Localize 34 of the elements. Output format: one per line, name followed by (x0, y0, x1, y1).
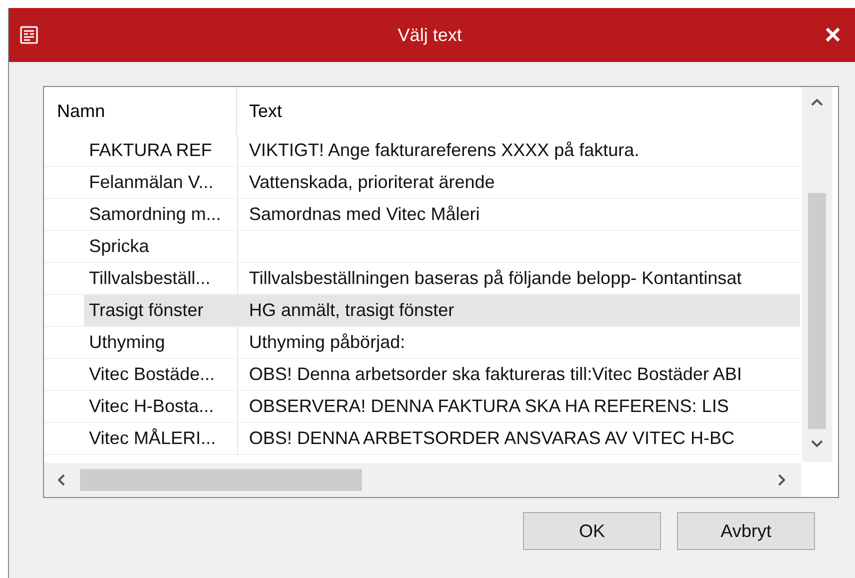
text-cell-text: Vattenskada, prioriterat ärende (249, 171, 495, 194)
text-cell-text: OBSERVERA! DENNA FAKTURA SKA HA REFERENS: LIS (249, 395, 729, 418)
text-cell-text: Uthyming påbörjad: (249, 331, 406, 354)
text-cell-text: Tillvalsbeställningen baseras på följande belopp- Kontantinsat (249, 267, 742, 290)
text-cell-text: VIKTIGT! Ange fakturareferens XXXX på faktura. (249, 139, 640, 162)
text-cell-text: OBS! Denna arbetsorder ska faktureras till:Vitec Bostäder ABI (249, 363, 742, 386)
name-cell-text: Samordning m... (88, 203, 222, 226)
scroll-up-icon[interactable] (810, 97, 824, 107)
text-cell-text: OBS! DENNA ARBETSORDER ANSVARAS AV VITEC H-BC (249, 427, 734, 450)
vertical-scrollbar[interactable] (802, 87, 832, 462)
name-cell-text: Spricka (88, 235, 150, 258)
text-cell-text: Samordnas med Vitec Måleri (249, 203, 480, 226)
scrollbar-thumb[interactable] (808, 193, 826, 429)
scrollbar-thumb[interactable] (80, 469, 362, 491)
name-cell-text: Uthyming (88, 331, 166, 354)
name-cell-text: Trasigt fönster (88, 299, 204, 322)
cancel-button[interactable]: Avbryt (677, 512, 815, 550)
ok-button[interactable]: OK (523, 512, 661, 550)
scroll-left-icon[interactable] (56, 473, 66, 487)
name-cell-text: Felanmälan V... (88, 171, 214, 194)
scroll-down-icon[interactable] (810, 439, 824, 449)
window-title: Välj text (396, 24, 463, 47)
name-cell-text: Vitec MÅLERI... (88, 427, 217, 450)
name-cell-text: Tillvalsbeställ... (88, 267, 212, 290)
horizontal-scrollbar[interactable] (44, 463, 801, 497)
column-header[interactable]: Text (237, 87, 799, 135)
name-cell-text: Vitec Bostäde... (88, 363, 216, 386)
name-cell-text: Vitec H-Bosta... (88, 395, 215, 418)
close-button[interactable]: × (820, 21, 845, 49)
text-cell-text: HG anmält, trasigt fönster (249, 299, 454, 322)
scroll-right-icon[interactable] (777, 473, 787, 487)
app-icon (19, 25, 39, 45)
name-cell-text: FAKTURA REF (88, 139, 214, 162)
list-row[interactable]: Trasigt fönster HG anmält, trasigt fönster (84, 295, 800, 326)
